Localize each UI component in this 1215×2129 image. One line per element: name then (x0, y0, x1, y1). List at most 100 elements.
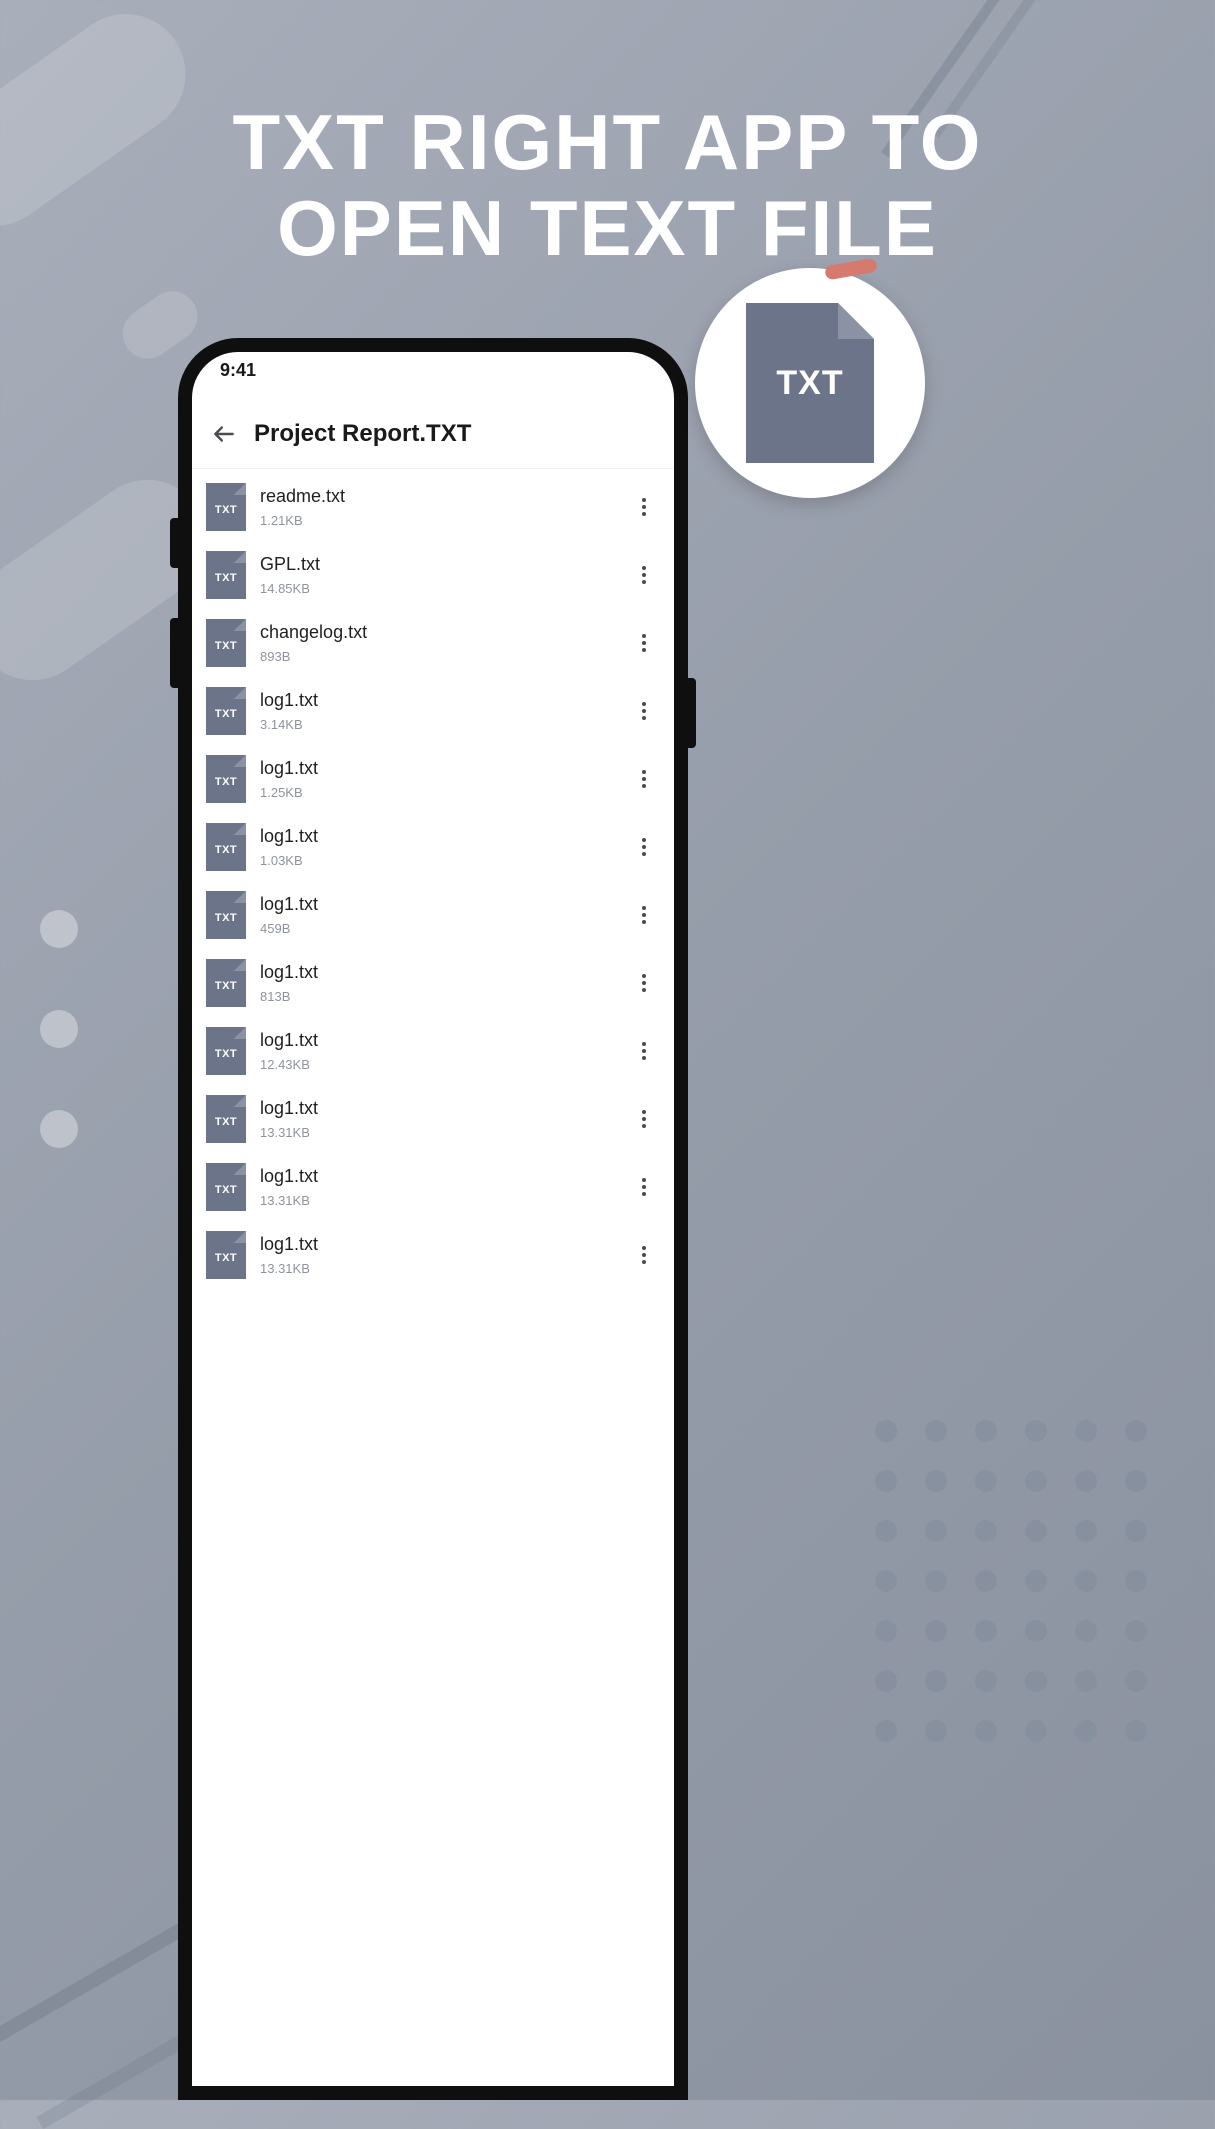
phone-screen: 9:41 Project Report.TXT TXT readme.txt 1… (192, 352, 674, 2086)
file-overflow-menu[interactable] (632, 832, 656, 862)
file-name: log1.txt (260, 1234, 618, 1255)
file-icon-label: TXT (215, 844, 237, 856)
file-row[interactable]: TXT log1.txt 813B (192, 949, 674, 1017)
dot-icon (642, 1260, 646, 1264)
txt-file-icon: TXT (206, 1027, 246, 1075)
file-overflow-menu[interactable] (632, 628, 656, 658)
file-icon-label: TXT (215, 1252, 237, 1264)
file-size: 459B (260, 921, 618, 936)
file-name: log1.txt (260, 1098, 618, 1119)
file-row[interactable]: TXT log1.txt 13.31KB (192, 1085, 674, 1153)
file-name: readme.txt (260, 486, 618, 507)
file-overflow-menu[interactable] (632, 968, 656, 998)
dot-icon (642, 1049, 646, 1053)
file-name: log1.txt (260, 962, 618, 983)
status-bar: 9:41 (192, 352, 674, 382)
dot-icon (642, 1253, 646, 1257)
file-row[interactable]: TXT log1.txt 13.31KB (192, 1221, 674, 1289)
file-row[interactable]: TXT log1.txt 459B (192, 881, 674, 949)
dot-icon (642, 566, 646, 570)
txt-file-icon: TXT (206, 823, 246, 871)
dot-icon (642, 920, 646, 924)
hero-title-line1: TXT RIGHT APP TO (0, 100, 1215, 186)
file-size: 1.03KB (260, 853, 618, 868)
file-row[interactable]: TXT log1.txt 3.14KB (192, 677, 674, 745)
txt-file-icon: TXT (206, 891, 246, 939)
dot-icon (642, 709, 646, 713)
dot-icon (642, 988, 646, 992)
file-overflow-menu[interactable] (632, 1104, 656, 1134)
back-button[interactable] (210, 420, 238, 448)
file-icon-label: TXT (215, 980, 237, 992)
dot-icon (642, 981, 646, 985)
file-icon-label: TXT (215, 776, 237, 788)
file-size: 13.31KB (260, 1261, 618, 1276)
file-name: changelog.txt (260, 622, 618, 643)
page-title: Project Report.TXT (254, 420, 471, 448)
file-icon-label: TXT (215, 504, 237, 516)
file-size: 13.31KB (260, 1125, 618, 1140)
app-header: Project Report.TXT (192, 382, 674, 469)
dot-icon (642, 498, 646, 502)
file-overflow-menu[interactable] (632, 1240, 656, 1270)
dot-icon (642, 641, 646, 645)
txt-file-icon: TXT (206, 1095, 246, 1143)
file-row[interactable]: TXT changelog.txt 893B (192, 609, 674, 677)
dot-icon (642, 1185, 646, 1189)
file-size: 893B (260, 649, 618, 664)
file-overflow-menu[interactable] (632, 696, 656, 726)
file-info: log1.txt 13.31KB (260, 1166, 618, 1208)
dot-icon (642, 1117, 646, 1121)
file-icon-label: TXT (215, 1184, 237, 1196)
dot-icon (642, 580, 646, 584)
txt-file-icon: TXT (206, 959, 246, 1007)
dot-icon (642, 845, 646, 849)
back-arrow-icon (211, 421, 237, 447)
dot-icon (642, 852, 646, 856)
dot-icon (642, 505, 646, 509)
file-row[interactable]: TXT readme.txt 1.21KB (192, 473, 674, 541)
file-icon-label: TXT (215, 1048, 237, 1060)
file-row[interactable]: TXT log1.txt 1.25KB (192, 745, 674, 813)
file-name: log1.txt (260, 1166, 618, 1187)
dot-icon (642, 1246, 646, 1250)
dot-icon (642, 573, 646, 577)
file-row[interactable]: TXT GPL.txt 14.85KB (192, 541, 674, 609)
file-overflow-menu[interactable] (632, 900, 656, 930)
dot-icon (642, 648, 646, 652)
txt-badge: TXT (695, 268, 925, 498)
file-size: 12.43KB (260, 1057, 618, 1072)
dot-icon (642, 1192, 646, 1196)
dot-icon (642, 1124, 646, 1128)
file-row[interactable]: TXT log1.txt 13.31KB (192, 1153, 674, 1221)
file-overflow-menu[interactable] (632, 492, 656, 522)
file-info: readme.txt 1.21KB (260, 486, 618, 528)
dot-icon (642, 838, 646, 842)
file-overflow-menu[interactable] (632, 1172, 656, 1202)
file-icon-label: TXT (215, 1116, 237, 1128)
phone-side-button (170, 518, 178, 568)
txt-file-icon: TXT (206, 687, 246, 735)
dot-icon (642, 784, 646, 788)
file-name: log1.txt (260, 758, 618, 779)
txt-file-icon: TXT (206, 551, 246, 599)
file-name: log1.txt (260, 894, 618, 915)
file-info: log1.txt 12.43KB (260, 1030, 618, 1072)
file-overflow-menu[interactable] (632, 764, 656, 794)
phone-mockup: 9:41 Project Report.TXT TXT readme.txt 1… (178, 338, 688, 2100)
file-icon-label: TXT (215, 640, 237, 652)
file-list[interactable]: TXT readme.txt 1.21KB TXT GPL.txt 14.85K… (192, 469, 674, 1289)
file-row[interactable]: TXT log1.txt 12.43KB (192, 1017, 674, 1085)
file-info: log1.txt 3.14KB (260, 690, 618, 732)
decorative-pill (113, 282, 207, 369)
file-size: 3.14KB (260, 717, 618, 732)
file-size: 14.85KB (260, 581, 618, 596)
file-info: log1.txt 1.25KB (260, 758, 618, 800)
file-overflow-menu[interactable] (632, 1036, 656, 1066)
file-overflow-menu[interactable] (632, 560, 656, 590)
dot-icon (642, 906, 646, 910)
file-row[interactable]: TXT log1.txt 1.03KB (192, 813, 674, 881)
file-info: GPL.txt 14.85KB (260, 554, 618, 596)
dot-icon (642, 716, 646, 720)
hero-title: TXT RIGHT APP TO OPEN TEXT FILE (0, 100, 1215, 272)
